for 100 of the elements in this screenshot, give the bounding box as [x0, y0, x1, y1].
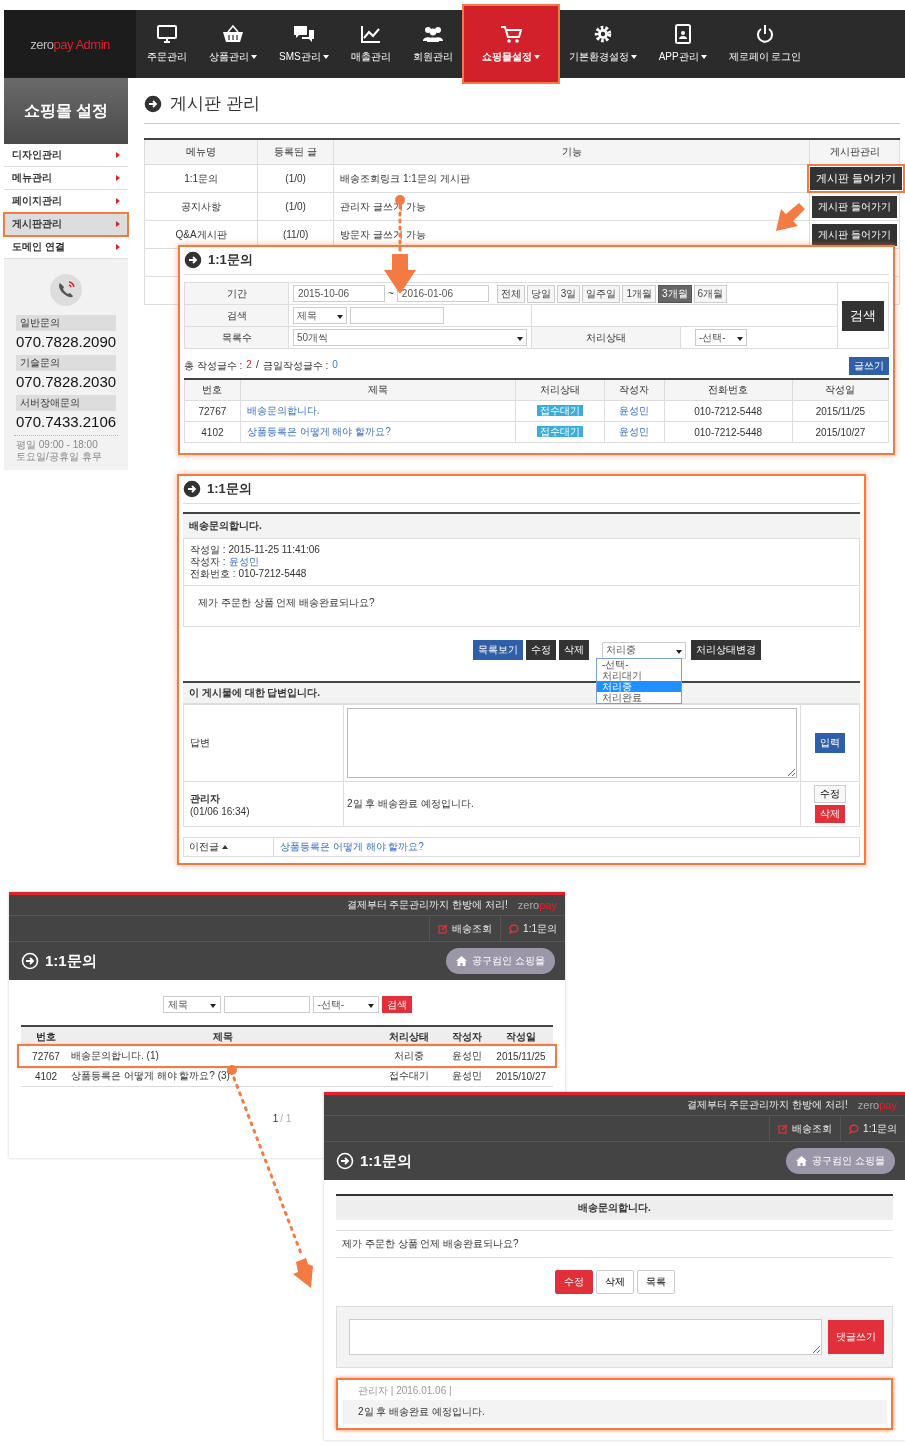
- nav-tab[interactable]: 쇼핑몰설정: [463, 6, 558, 82]
- period-button[interactable]: 1개월: [622, 284, 656, 303]
- table-cell: 4102: [184, 421, 241, 443]
- cart-icon: [499, 24, 522, 44]
- tagline: 결제부터 주문관리까지 한방에 처리!: [686, 1098, 848, 1112]
- table-cell-text: 2015/10/27: [494, 1070, 548, 1082]
- field-label: 처리상태: [531, 326, 681, 349]
- select-field[interactable]: 제목: [162, 996, 221, 1013]
- edit-button[interactable]: 수정: [814, 785, 846, 803]
- caret-right-icon: [116, 152, 121, 158]
- dropdown-caret-icon: [675, 649, 682, 654]
- header-link[interactable]: 1:1문의: [840, 1116, 905, 1141]
- phone-number: 070.7828.2030: [16, 373, 117, 390]
- dropdown-option[interactable]: -선택-: [597, 659, 681, 670]
- nav-tab[interactable]: SMS관리: [268, 10, 340, 78]
- post-title-link[interactable]: 상품등록은 어떻게 해야 할까요? (3): [71, 1069, 374, 1083]
- nav-tab[interactable]: 제로페이 로그인: [717, 10, 813, 78]
- search-button[interactable]: 검색: [381, 996, 412, 1013]
- header-link[interactable]: 배송조회: [769, 1116, 841, 1141]
- enter-board-button[interactable]: 게시판 들어가기: [812, 195, 897, 218]
- enter-board-button[interactable]: 게시판 들어가기: [812, 223, 897, 246]
- select-field[interactable]: 제목: [293, 307, 347, 324]
- action-button[interactable]: 삭제: [558, 640, 589, 660]
- enter-board-button[interactable]: 게시판 들어가기: [810, 167, 903, 190]
- meta-value: 010-7212-5448: [238, 568, 307, 579]
- nav-tab[interactable]: 기본환경설정: [557, 10, 648, 78]
- brand-logo: zeropay: [517, 899, 557, 911]
- date-field[interactable]: 2016-01-06: [396, 285, 489, 303]
- summary-label: 금일작성글수 :: [262, 359, 329, 373]
- submit-button[interactable]: 입력: [815, 733, 845, 753]
- reply-text: 2일 후 배송완료 예정입니다.: [347, 798, 474, 809]
- write-button[interactable]: 글쓰기: [849, 357, 889, 375]
- action-button[interactable]: 목록보기: [472, 640, 523, 660]
- contact-label: 서버장애문의: [16, 395, 117, 411]
- tagline: 결제부터 주문관리까지 한방에 처리!: [346, 898, 508, 912]
- chat-bubble-icon: [509, 923, 520, 934]
- meta-value: 2015-11-25 11:41:06: [228, 544, 320, 555]
- author-link[interactable]: 윤성민: [228, 556, 259, 567]
- action-button[interactable]: 목록: [636, 1270, 675, 1294]
- sidebar-item[interactable]: 디자인관리: [4, 144, 129, 167]
- select-field[interactable]: -선택-: [312, 996, 379, 1013]
- sidebar-item[interactable]: 메뉴관리: [4, 167, 129, 190]
- period-button[interactable]: 일주일: [582, 284, 621, 303]
- search-field[interactable]: [350, 307, 444, 324]
- status-select[interactable]: 처리중: [601, 641, 686, 659]
- monitor-icon: [156, 24, 178, 44]
- search-field[interactable]: [223, 996, 310, 1013]
- dropdown-option[interactable]: 처리대기: [597, 670, 681, 681]
- field-label: 검색: [184, 304, 289, 327]
- table-cell: 2015/11/25: [792, 400, 889, 422]
- table-cell-text: 2015/11/25: [495, 1050, 547, 1062]
- post-title-link[interactable]: 배송문의합니다.: [246, 405, 320, 416]
- header-link[interactable]: 1:1문의: [500, 916, 565, 941]
- answer-textarea[interactable]: [347, 708, 797, 778]
- action-button[interactable]: 삭제: [595, 1270, 634, 1294]
- column-header: 기능: [333, 139, 810, 165]
- comment-submit-button[interactable]: 댓글쓰기: [828, 1320, 884, 1354]
- sidebar-item[interactable]: 게시판관리: [4, 213, 129, 236]
- meta-label: 작성일 :: [190, 544, 226, 555]
- prev-post-link[interactable]: 상품등록은 어떻게 해야 할까요?: [274, 840, 424, 854]
- dropdown-caret-icon: [517, 337, 523, 341]
- table-cell: 2015/10/27: [792, 421, 889, 443]
- sidebar-item[interactable]: 페이지관리: [4, 190, 129, 213]
- column-header: 작성일: [505, 1029, 537, 1044]
- table-cell-text: 72767: [31, 1050, 61, 1062]
- column-header: 전화번호: [664, 379, 793, 401]
- nav-tab[interactable]: 주문관리: [136, 10, 198, 78]
- period-button[interactable]: 3일: [556, 284, 581, 303]
- change-status-button[interactable]: 처리상태변경: [690, 640, 761, 660]
- nav-tab[interactable]: 매출관리: [339, 10, 402, 78]
- select-field[interactable]: -선택-: [695, 329, 747, 346]
- pointer-arrow: [776, 203, 805, 231]
- period-button[interactable]: 전체: [496, 284, 525, 303]
- column-header: 등록된 글: [257, 139, 334, 165]
- dropdown-option[interactable]: 처리완료: [597, 692, 681, 703]
- status-badge: 접수대기: [536, 426, 583, 437]
- period-button[interactable]: 당일: [526, 284, 555, 303]
- action-button[interactable]: 수정: [554, 1270, 593, 1294]
- phone-number: 070.7828.2090: [16, 333, 117, 350]
- speech-bubbles-icon: [292, 24, 315, 44]
- sidebar-item[interactable]: 도메인 연결: [4, 236, 129, 259]
- nav-tab[interactable]: APP관리: [647, 10, 718, 78]
- header-link[interactable]: 배송조회: [429, 916, 501, 941]
- caret-right-icon: [116, 221, 121, 227]
- search-button[interactable]: 검색: [842, 300, 884, 331]
- phone-number: 070.7433.2106: [16, 413, 117, 430]
- column-header: 번호: [184, 379, 241, 401]
- date-field[interactable]: 2015-10-06: [293, 285, 385, 303]
- table-cell-text: 처리중: [393, 1049, 425, 1063]
- select-field[interactable]: 50개씩: [293, 329, 527, 346]
- period-button[interactable]: 6개월: [693, 284, 728, 303]
- comment-textarea[interactable]: [349, 1319, 822, 1355]
- comment-text: 2일 후 배송완료 예정입니다.: [342, 1400, 887, 1424]
- nav-tab[interactable]: 상품관리: [198, 10, 268, 78]
- period-button[interactable]: 3개월: [657, 284, 692, 303]
- post-title-link[interactable]: 배송문의합니다. (1): [71, 1049, 374, 1063]
- highlighted-row[interactable]: 72767 배송문의합니다. (1) 처리중 윤성민 2015/11/25: [19, 1046, 555, 1066]
- delete-button[interactable]: 삭제: [815, 805, 845, 823]
- phone-icon: [49, 273, 84, 307]
- action-button[interactable]: 수정: [525, 640, 556, 660]
